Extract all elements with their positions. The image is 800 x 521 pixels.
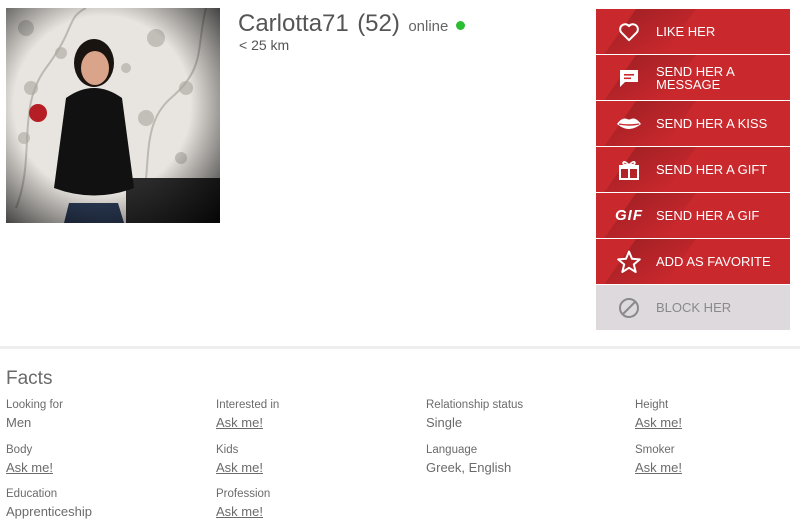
fact-smoker: Smoker Ask me! xyxy=(635,444,800,476)
ask-me-link[interactable]: Ask me! xyxy=(635,459,800,476)
heart-icon xyxy=(616,19,642,45)
fact-height: Height Ask me! xyxy=(635,399,800,431)
fact-label: Language xyxy=(426,444,478,456)
action-panel: LIKE HER SEND HER A MESSAGE SEND HER A K… xyxy=(596,9,790,331)
ask-me-link[interactable]: Ask me! xyxy=(216,414,416,431)
fact-label: Smoker xyxy=(635,444,675,456)
fact-label: Height xyxy=(635,399,669,411)
fact-value: Apprenticeship xyxy=(6,504,92,519)
fact-label: Looking for xyxy=(6,399,63,411)
ask-me-link[interactable]: Ask me! xyxy=(6,459,206,476)
send-message-label: SEND HER A MESSAGE xyxy=(656,63,735,92)
distance: < 25 km xyxy=(239,37,290,53)
profile-photo[interactable] xyxy=(6,8,220,223)
facts-title: Facts xyxy=(6,368,53,389)
fact-label: Profession xyxy=(216,488,271,500)
fact-label: Relationship status xyxy=(426,399,524,411)
block-icon xyxy=(616,295,642,321)
ask-me-link[interactable]: Ask me! xyxy=(635,414,800,431)
fact-label: Kids xyxy=(216,444,239,456)
fact-kids: Kids Ask me! xyxy=(216,444,416,476)
send-gif-label: SEND HER A GIF xyxy=(656,208,760,223)
add-favorite-button[interactable]: ADD AS FAVORITE xyxy=(596,239,790,284)
send-gift-button[interactable]: SEND HER A GIFT xyxy=(596,147,790,192)
fact-value: Greek, English xyxy=(426,460,512,475)
fact-value: Single xyxy=(426,415,463,430)
fact-label: Interested in xyxy=(216,399,280,411)
age: (52) xyxy=(357,10,400,37)
block-label: BLOCK HER xyxy=(656,300,732,315)
send-message-button[interactable]: SEND HER A MESSAGE xyxy=(596,55,790,100)
fact-looking-for: Looking for Men xyxy=(6,399,206,431)
star-icon xyxy=(616,249,642,275)
online-status: online xyxy=(408,18,449,35)
ask-me-link[interactable]: Ask me! xyxy=(216,503,416,520)
fact-value: Men xyxy=(6,415,32,430)
lips-icon xyxy=(616,111,642,137)
fact-interested-in: Interested in Ask me! xyxy=(216,399,416,431)
send-kiss-button[interactable]: SEND HER A KISS xyxy=(596,101,790,146)
like-button[interactable]: LIKE HER xyxy=(596,9,790,54)
gift-icon xyxy=(616,157,642,183)
username: Carlotta71 xyxy=(238,10,349,37)
send-gif-button[interactable]: GIF SEND HER A GIF xyxy=(596,193,790,238)
fact-label: Body xyxy=(6,444,33,456)
online-dot-icon xyxy=(455,21,465,30)
profile-header: Carlotta71 (52) online xyxy=(238,10,465,38)
fact-profession: Profession Ask me! xyxy=(216,488,416,520)
fact-education: Education Apprenticeship xyxy=(6,488,206,520)
fact-body: Body Ask me! xyxy=(6,444,206,476)
fact-relationship-status: Relationship status Single xyxy=(426,399,626,431)
fact-language: Language Greek, English xyxy=(426,444,626,476)
ask-me-link[interactable]: Ask me! xyxy=(216,459,416,476)
add-favorite-label: ADD AS FAVORITE xyxy=(656,254,771,269)
block-button[interactable]: BLOCK HER xyxy=(596,285,790,330)
send-kiss-label: SEND HER A KISS xyxy=(656,116,768,131)
send-gift-label: SEND HER A GIFT xyxy=(656,162,768,177)
gif-icon: GIF xyxy=(615,207,643,224)
section-divider xyxy=(0,346,800,349)
fact-label: Education xyxy=(6,488,58,500)
like-button-label: LIKE HER xyxy=(656,24,716,39)
message-icon xyxy=(616,65,642,91)
